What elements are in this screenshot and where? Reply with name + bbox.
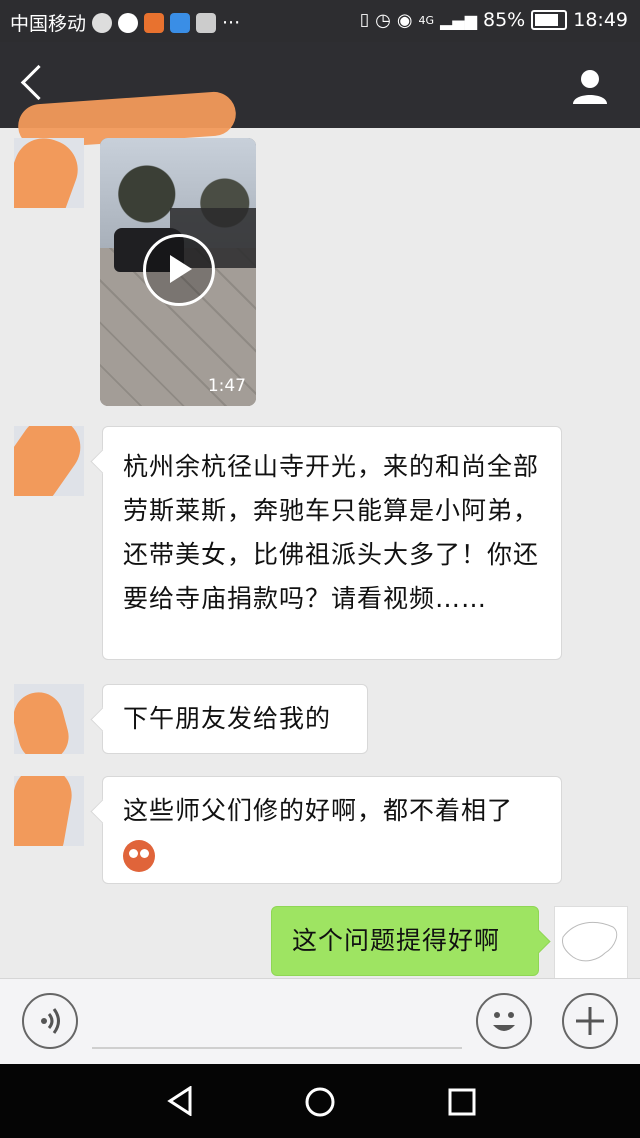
status-left: 中国移动 ··· xyxy=(10,9,240,36)
person-icon[interactable] xyxy=(570,66,610,106)
message-text: 这个问题提得好啊 xyxy=(292,926,501,955)
vibrate-icon: ▯ xyxy=(359,10,370,30)
message-bubble[interactable]: 这些师父们修的好啊，都不着相了 xyxy=(102,776,562,884)
my-avatar[interactable] xyxy=(554,906,628,978)
video-duration: 1:47 xyxy=(207,376,246,396)
message-input[interactable] xyxy=(92,1047,462,1049)
status-right: ▯ ◷ ◉ 4G ▂▄▆ 85% 18:49 xyxy=(360,9,628,31)
battery-percent: 85% xyxy=(483,9,526,31)
input-bar xyxy=(0,978,640,1065)
avatar[interactable] xyxy=(14,684,84,754)
message-list[interactable]: 1:47 杭州余杭径山寺开光，来的和尚全部劳斯莱斯，奔驰车只能算是小阿弟，还带美… xyxy=(0,128,640,978)
nav-home-icon[interactable] xyxy=(304,1086,336,1118)
battery-icon xyxy=(531,10,568,30)
signal-icon: ▂▄▆ xyxy=(440,10,477,30)
app-notification-icon xyxy=(144,12,165,33)
alarm-icon: ◷ xyxy=(375,9,391,31)
flushed-emoji-icon xyxy=(123,840,155,872)
message-bubble[interactable]: 下午朋友发给我的 xyxy=(102,684,368,754)
video-message[interactable]: 1:47 xyxy=(100,138,256,406)
message-bubble[interactable]: 杭州余杭径山寺开光，来的和尚全部劳斯莱斯，奔驰车只能算是小阿弟，还带美女，比佛祖… xyxy=(102,426,562,660)
android-nav-bar xyxy=(0,1064,640,1138)
video-app-icon xyxy=(170,12,191,33)
plus-icon[interactable] xyxy=(562,993,618,1049)
app-icon xyxy=(196,12,217,33)
more-notifications: ··· xyxy=(222,11,241,34)
avatar[interactable] xyxy=(14,776,84,846)
chat-header xyxy=(0,42,640,150)
message-text: 杭州余杭径山寺开光，来的和尚全部劳斯莱斯，奔驰车只能算是小阿弟，还带美女，比佛祖… xyxy=(123,452,540,613)
clock: 18:49 xyxy=(573,9,628,31)
qq-icon xyxy=(118,12,139,33)
message-text: 下午朋友发给我的 xyxy=(123,704,332,733)
avatar[interactable] xyxy=(14,138,84,208)
carrier-label: 中国移动 xyxy=(10,13,87,35)
status-bar: 中国移动 ··· ▯ ◷ ◉ 4G ▂▄▆ 85% 18:49 xyxy=(0,0,640,42)
play-icon[interactable] xyxy=(143,234,215,306)
message-text: 这些师父们修的好啊，都不着相了 xyxy=(123,796,514,825)
weather-icon xyxy=(92,12,113,33)
smiley-icon[interactable] xyxy=(476,993,532,1049)
nav-recent-icon[interactable] xyxy=(448,1088,476,1116)
back-arrow-icon[interactable] xyxy=(20,64,57,101)
network-type: 4G xyxy=(418,13,435,27)
nav-back-icon[interactable] xyxy=(166,1086,194,1116)
sent-message-bubble[interactable]: 这个问题提得好啊 xyxy=(271,906,539,976)
avatar[interactable] xyxy=(14,426,84,496)
voice-icon[interactable] xyxy=(22,993,78,1049)
eye-icon: ◉ xyxy=(396,9,413,31)
